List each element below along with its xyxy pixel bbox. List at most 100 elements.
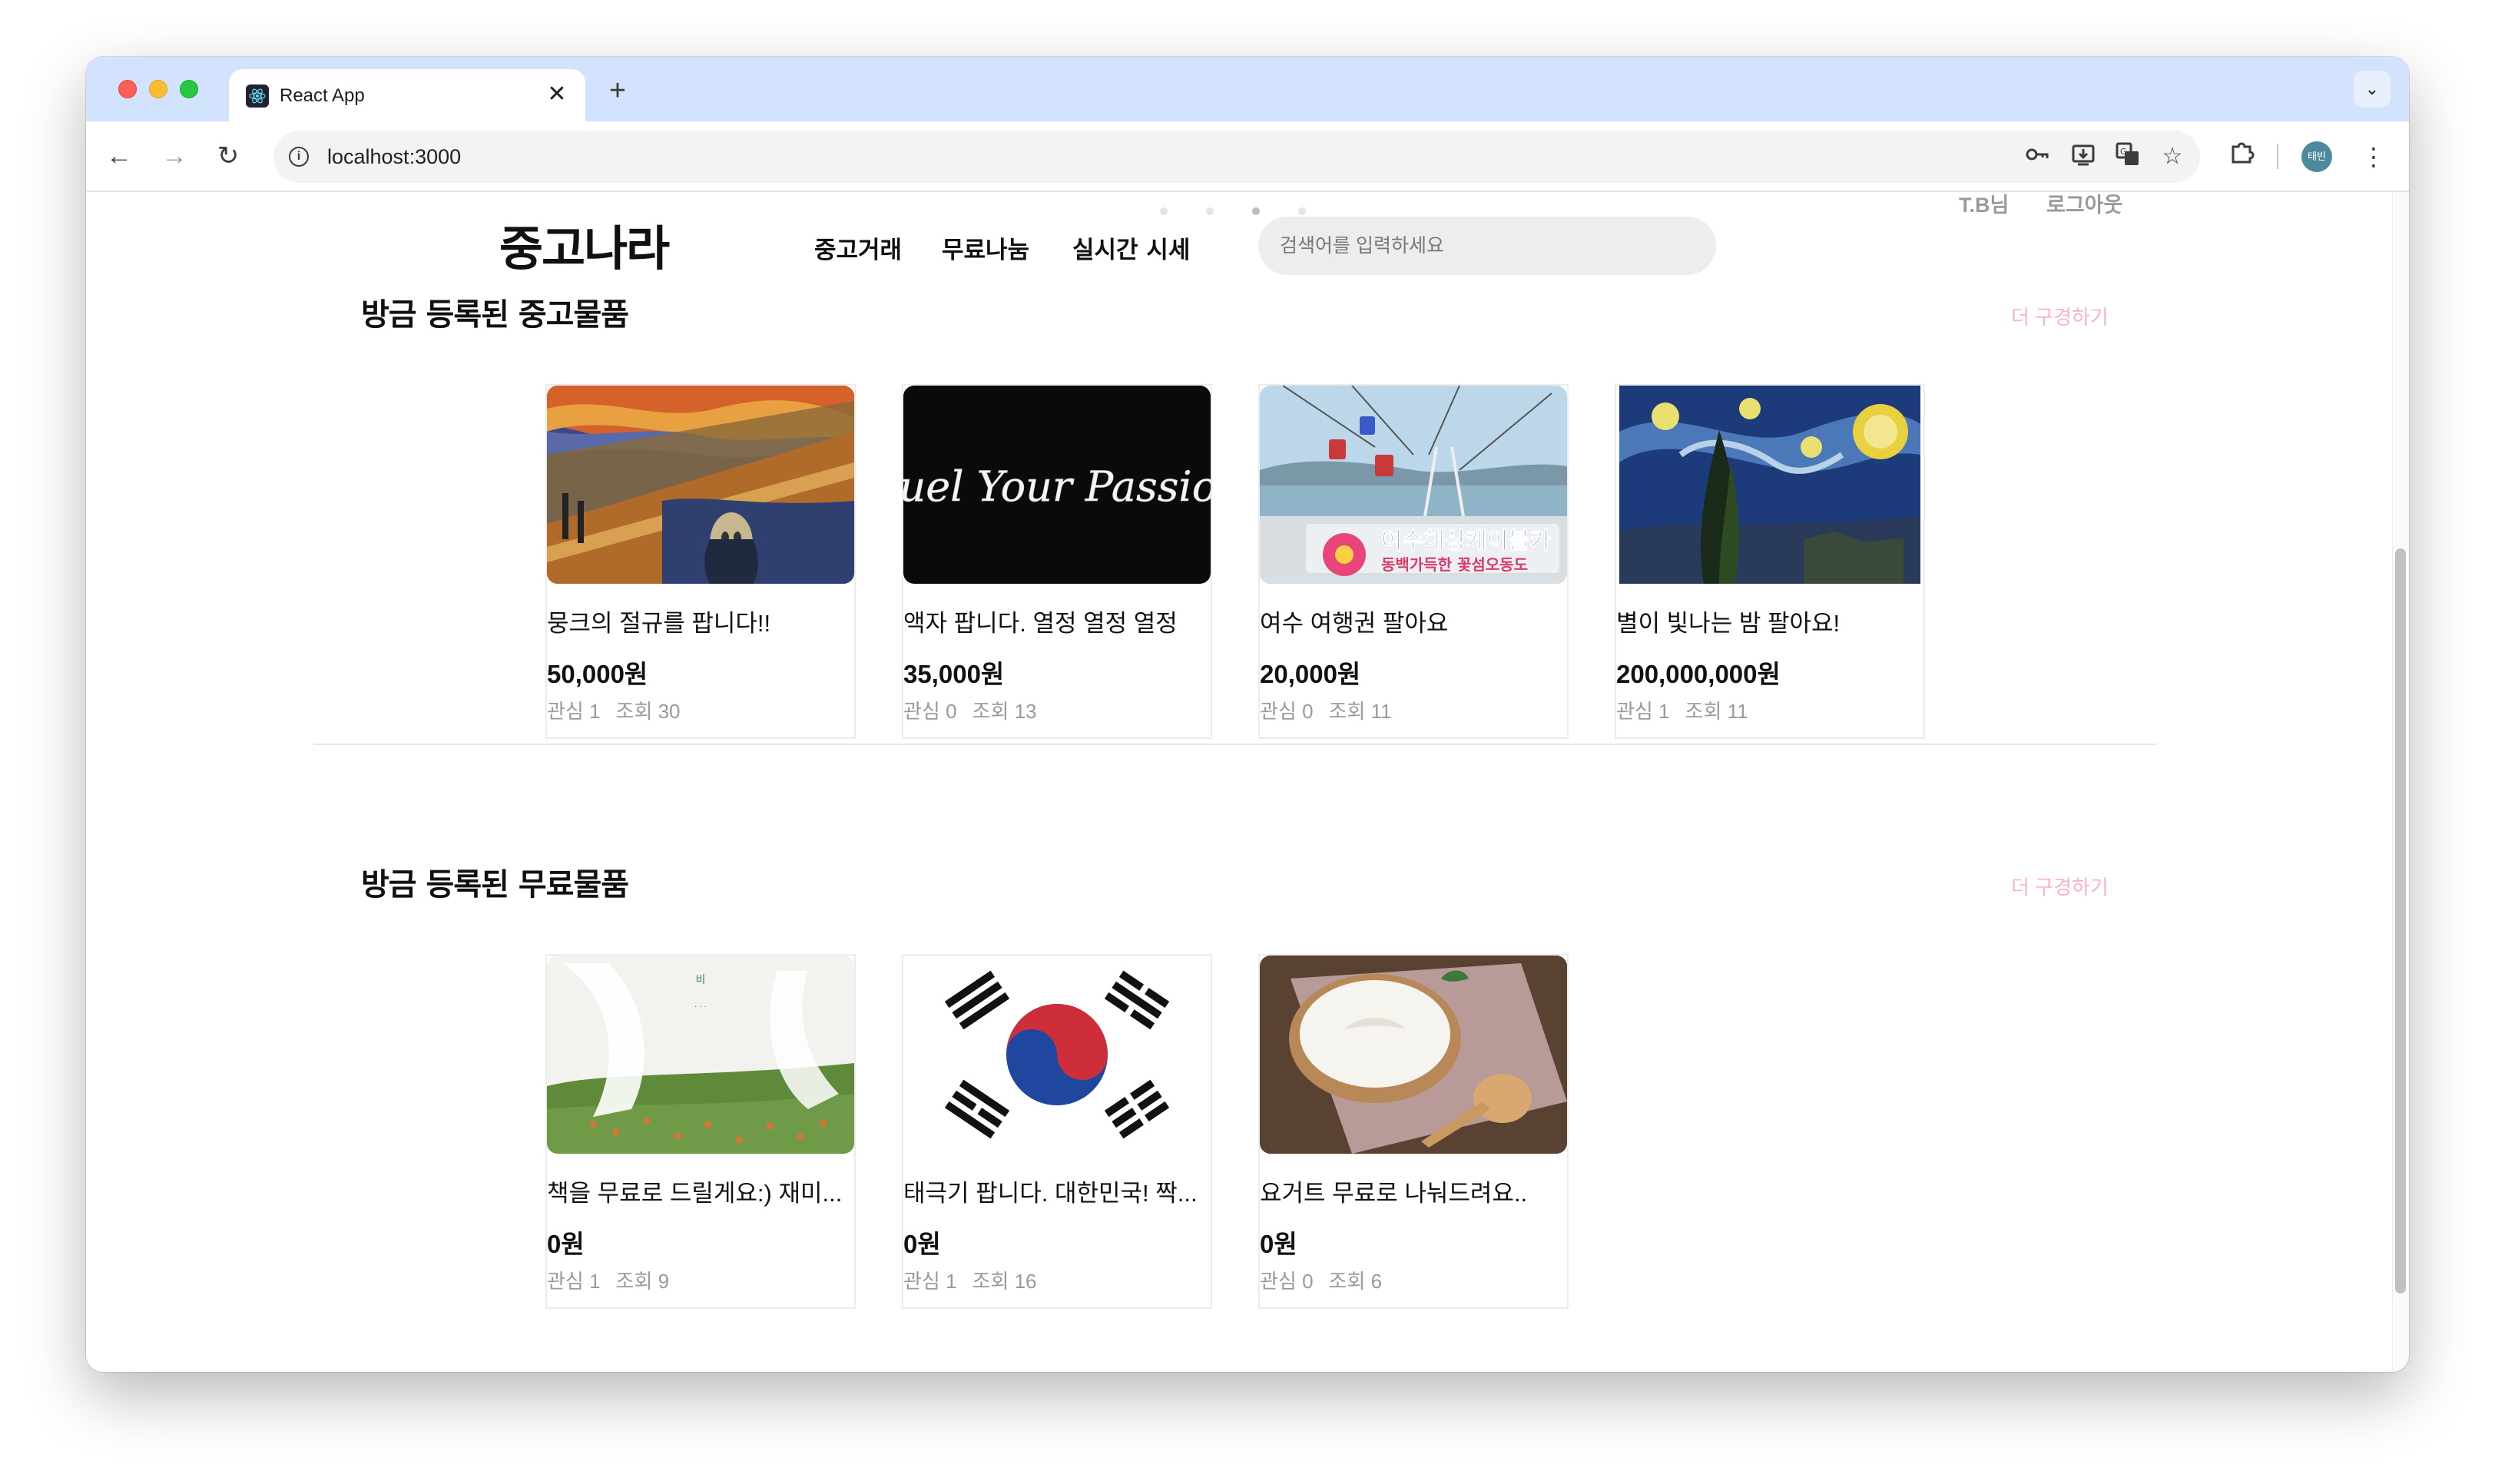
product-price: 35,000원	[903, 660, 1005, 688]
product-likes: 관심 1	[1616, 700, 1670, 723]
product-image-book: 비 · · ·	[547, 956, 854, 1154]
product-stats: 관심 0 조회 6	[1260, 1269, 1382, 1294]
product-stats: 관심 0 조회 11	[1260, 699, 1392, 724]
product-likes: 관심 1	[547, 700, 601, 723]
product-likes: 관심 0	[1260, 700, 1314, 723]
tab-search-chevron-icon[interactable]: ⌄	[2354, 71, 2391, 108]
page-viewport: 중고나라 중고거래 무료나눔 실시간 시세 T.B님 로그아웃 방금 등록된 중…	[86, 192, 2409, 1372]
product-price: 0원	[547, 1230, 585, 1258]
translate-icon[interactable]: G	[2112, 141, 2143, 172]
product-price: 0원	[1260, 1230, 1297, 1258]
product-views: 조회 16	[972, 1270, 1037, 1293]
back-arrow-icon[interactable]: ←	[100, 137, 138, 175]
svg-text:비: 비	[696, 974, 706, 986]
product-card[interactable]: 여수해상케이블카 동백가득한 꽃섬오동도 여수 여행권 팔아요 20,000원 …	[1258, 384, 1569, 739]
product-likes: 관심 0	[1260, 1270, 1314, 1293]
more-link-free[interactable]: 더 구경하기	[2011, 874, 2109, 900]
product-stats: 관심 1 조회 11	[1616, 699, 1748, 724]
product-price: 200,000,000원	[1616, 660, 1781, 688]
url-text[interactable]: localhost:3000	[327, 144, 461, 169]
tab-strip: React App ✕ + ⌄	[86, 57, 2409, 121]
product-title: 책을 무료로 드릴게요:) 재미...	[547, 1180, 843, 1207]
menu-kebab-icon[interactable]: ⋮	[2355, 138, 2392, 175]
product-card[interactable]: 별이 빛나는 밤 팔아요! 200,000,000원 관심 1 조회 11	[1615, 384, 1925, 739]
product-stats: 관심 1 조회 16	[903, 1269, 1037, 1294]
product-title: 뭉크의 절규를 팝니다!!	[547, 610, 771, 637]
product-price: 0원	[903, 1230, 941, 1258]
nav-live-price[interactable]: 실시간 시세	[1072, 235, 1190, 266]
section-title-used: 방금 등록된 중고물품	[361, 297, 629, 333]
product-card[interactable]: Fuel Your Passion 액자 팝니다. 열정 열정 열정 35,00…	[902, 384, 1212, 739]
product-title: 여수 여행권 팔아요	[1260, 610, 1449, 637]
section-divider	[313, 744, 2157, 745]
toolbar-divider	[2277, 144, 2278, 169]
product-image-starry-night	[1619, 386, 1920, 584]
product-stats: 관심 0 조회 13	[903, 699, 1037, 724]
product-image-cable-car: 여수해상케이블카 동백가득한 꽃섬오동도	[1260, 386, 1567, 584]
neon-text: Fuel Your Passion	[903, 462, 1211, 511]
nav-used-trade[interactable]: 중고거래	[814, 235, 902, 266]
new-tab-button[interactable]: +	[601, 74, 635, 108]
svg-text:G: G	[2120, 147, 2127, 157]
more-link-used[interactable]: 더 구경하기	[2011, 304, 2109, 330]
product-likes: 관심 1	[547, 1270, 601, 1293]
product-stats: 관심 1 조회 9	[547, 1269, 669, 1294]
forward-arrow-icon[interactable]: →	[155, 137, 194, 175]
carousel-dot[interactable]	[1298, 207, 1306, 215]
product-views: 조회 6	[1328, 1270, 1383, 1293]
product-title: 태극기 팝니다. 대한민국! 짝...	[903, 1180, 1198, 1207]
product-likes: 관심 1	[903, 1270, 957, 1293]
product-price: 50,000원	[547, 660, 648, 688]
product-price: 20,000원	[1260, 660, 1361, 688]
product-views: 조회 9	[615, 1270, 670, 1293]
user-name: T.B님	[1959, 194, 2010, 217]
product-views: 조회 13	[972, 700, 1037, 723]
svg-text:· · ·: · · ·	[694, 1003, 707, 1012]
product-card[interactable]: 요거트 무료로 나눠드려요.. 0원 관심 0 조회 6	[1258, 954, 1569, 1309]
product-card[interactable]: 비 · · · 책을 무료로 드릴게요:) 재미... 0원 관심 1 조회 9	[545, 954, 856, 1309]
extensions-puzzle-icon[interactable]	[2223, 138, 2260, 175]
product-image-korean-flag	[903, 956, 1211, 1154]
product-image-scream	[547, 386, 854, 584]
cable-car-subtitle: 동백가득한 꽃섬오동도	[1381, 555, 1528, 574]
section-title-free: 방금 등록된 무료물품	[361, 867, 629, 903]
cable-car-title: 여수해상케이블카	[1381, 528, 1551, 555]
browser-window: React App ✕ + ⌄ ← → ↻ i localhost:3000 G…	[86, 57, 2409, 1372]
password-key-icon[interactable]	[2022, 141, 2053, 172]
install-app-icon[interactable]	[2068, 141, 2099, 172]
carousel-dot-active[interactable]	[1252, 207, 1260, 215]
product-image-neon-sign: Fuel Your Passion	[903, 386, 1211, 584]
profile-avatar[interactable]: 태빈	[2301, 141, 2332, 172]
react-logo-icon	[246, 84, 269, 108]
close-window-button[interactable]	[118, 80, 137, 98]
product-title: 액자 팝니다. 열정 열정 열정	[903, 610, 1178, 637]
nav-free-share[interactable]: 무료나눔	[942, 235, 1029, 266]
product-stats: 관심 1 조회 30	[547, 699, 681, 724]
product-views: 조회 11	[1328, 700, 1392, 723]
reload-icon[interactable]: ↻	[209, 137, 247, 175]
site-info-icon[interactable]: i	[289, 147, 309, 167]
bookmark-star-icon[interactable]: ☆	[2157, 141, 2188, 172]
minimize-window-button[interactable]	[149, 80, 167, 98]
product-title: 별이 빛나는 밤 팔아요!	[1616, 610, 1841, 637]
logout-button[interactable]: 로그아웃	[2046, 192, 2122, 218]
product-views: 조회 11	[1685, 700, 1748, 723]
tab-close-icon[interactable]: ✕	[544, 81, 570, 108]
scrollbar-thumb[interactable]	[2395, 548, 2406, 1294]
product-card[interactable]: 뭉크의 절규를 팝니다!! 50,000원 관심 1 조회 30	[545, 384, 856, 739]
browser-toolbar: ← → ↻ i localhost:3000 G ☆ 태빈 ⋮	[86, 121, 2409, 192]
maximize-window-button[interactable]	[180, 80, 198, 98]
browser-tab[interactable]: React App ✕	[229, 69, 585, 121]
address-bar[interactable]: i localhost:3000 G ☆	[273, 131, 2200, 183]
tab-title: React App	[280, 85, 365, 106]
scrollbar[interactable]	[2392, 192, 2409, 1372]
carousel-dot[interactable]	[1160, 207, 1168, 215]
product-card[interactable]: 태극기 팝니다. 대한민국! 짝... 0원 관심 1 조회 16	[902, 954, 1212, 1309]
carousel-dot[interactable]	[1206, 207, 1214, 215]
search-input[interactable]	[1258, 217, 1716, 275]
product-views: 조회 30	[615, 700, 681, 723]
product-image-yogurt	[1260, 956, 1567, 1154]
carousel-dots	[1160, 207, 1314, 217]
product-title: 요거트 무료로 나눠드려요..	[1260, 1180, 1528, 1207]
site-logo[interactable]: 중고나라	[499, 220, 670, 278]
